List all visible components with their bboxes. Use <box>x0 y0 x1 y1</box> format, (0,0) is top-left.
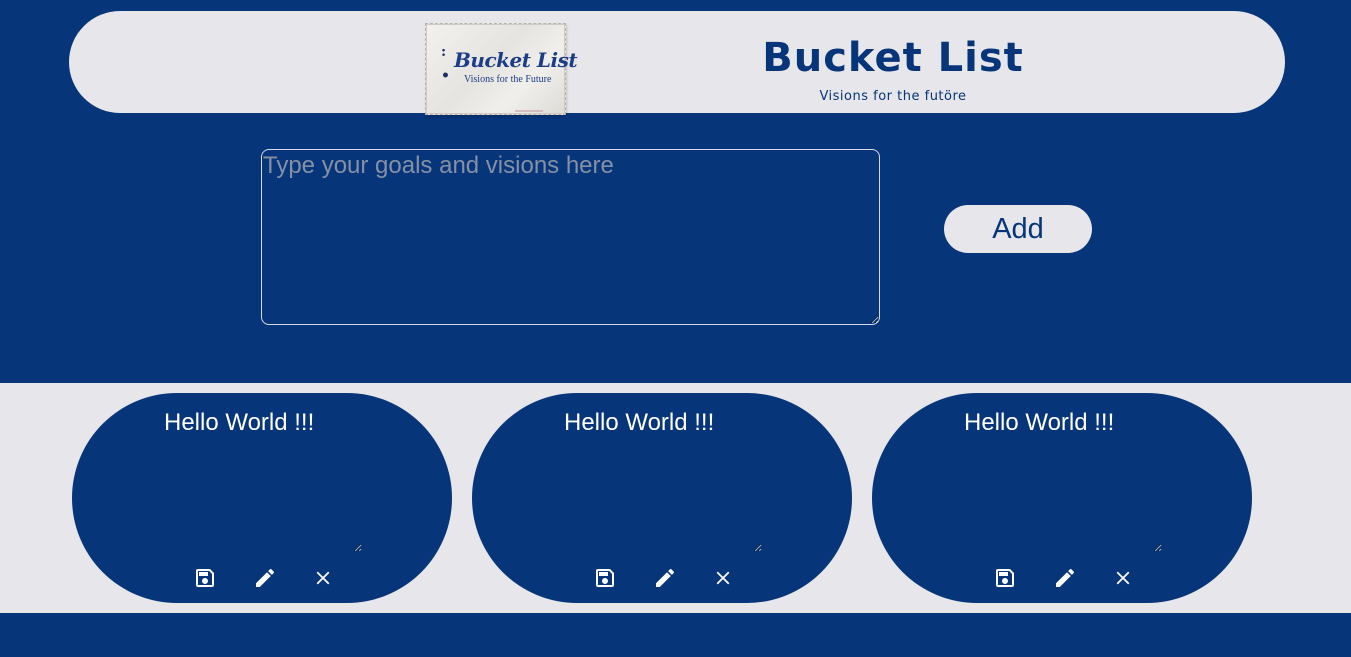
logo-subtitle: Visions for the Future <box>464 74 552 85</box>
save-icon[interactable] <box>191 564 219 592</box>
site-header: : • Bucket List Visions for the Future Bu… <box>69 11 1285 115</box>
bucket-list-logo: : • Bucket List Visions for the Future <box>425 23 578 115</box>
close-icon[interactable] <box>1109 564 1137 592</box>
close-icon[interactable] <box>309 564 337 592</box>
goal-card-actions <box>472 564 852 596</box>
goal-card-text[interactable]: Hello World !!! <box>164 409 362 552</box>
save-icon[interactable] <box>991 564 1019 592</box>
edit-icon[interactable] <box>651 564 679 592</box>
page-title: Bucket List <box>762 35 1024 81</box>
page-subtitle: Visions for the futöre <box>819 89 967 104</box>
goal-input[interactable] <box>261 149 880 325</box>
add-button[interactable]: Add <box>944 205 1092 253</box>
page: : • Bucket List Visions for the Future Bu… <box>0 0 1351 657</box>
goal-card-actions <box>72 564 452 596</box>
goal-card-actions <box>872 564 1252 596</box>
close-icon[interactable] <box>709 564 737 592</box>
footer-bar <box>0 613 1351 657</box>
logo-title: Bucket List <box>454 48 578 72</box>
goal-card-text[interactable]: Hello World !!! <box>564 409 762 552</box>
logo-dots: : • <box>441 44 450 84</box>
edit-icon[interactable] <box>251 564 279 592</box>
cards-section: Hello World !!! Hello World !!! Hello Wo… <box>0 383 1351 613</box>
goal-card-text[interactable]: Hello World !!! <box>964 409 1162 552</box>
edit-icon[interactable] <box>1051 564 1079 592</box>
goal-card: Hello World !!! <box>872 393 1252 603</box>
logo-stamp <box>515 110 543 112</box>
goal-card: Hello World !!! <box>472 393 852 603</box>
goal-card: Hello World !!! <box>72 393 452 603</box>
save-icon[interactable] <box>591 564 619 592</box>
